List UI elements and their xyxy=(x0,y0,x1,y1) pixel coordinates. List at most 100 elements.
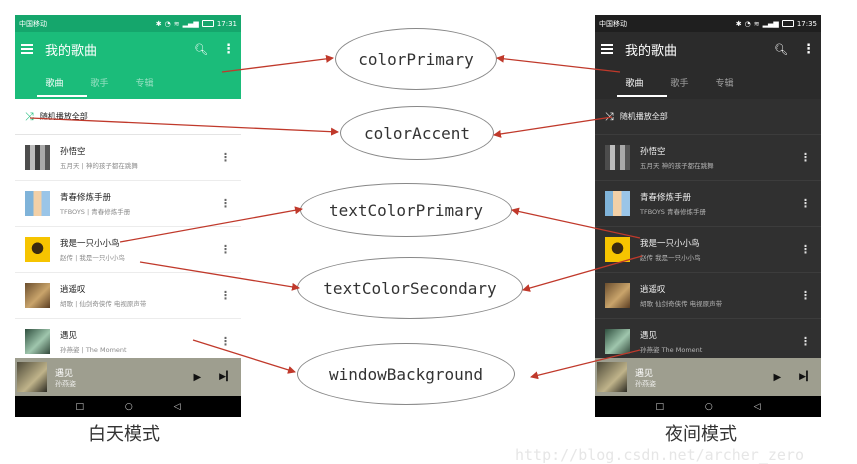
app-toolbar: 我的歌曲 🔍︎ ⋮ xyxy=(595,32,821,66)
album-cover xyxy=(25,283,50,308)
status-bar: 中国移动 ✱ ◔ ≋ ▂▄▆ 17:35 xyxy=(595,15,821,32)
song-artist: 胡歌 xyxy=(640,300,653,308)
label-text-color-secondary: textColorSecondary xyxy=(297,257,523,319)
now-playing-title: 遇见 xyxy=(55,368,74,379)
song-list-item[interactable]: 孙悟空 五月天 神的孩子都在跳舞 ⋮ xyxy=(595,135,821,181)
alarm-icon: ◔ xyxy=(164,19,171,28)
song-title: 逍遥叹 xyxy=(640,285,666,295)
battery-icon xyxy=(781,20,794,27)
tab-indicator xyxy=(617,95,667,97)
search-icon[interactable]: 🔍︎ xyxy=(774,43,788,56)
label-text-color-primary: textColorPrimary xyxy=(300,183,512,237)
skip-next-icon[interactable]: ▶▎ xyxy=(799,372,813,382)
song-title: 孙悟空 xyxy=(640,147,666,157)
more-vert-icon[interactable]: ⋮ xyxy=(800,289,811,302)
more-vert-icon[interactable]: ⋮ xyxy=(802,42,815,57)
night-mode-phone: 中国移动 ✱ ◔ ≋ ▂▄▆ 17:35 我的歌曲 🔍︎ ⋮ 歌曲 歌手 专辑 … xyxy=(595,15,821,417)
search-icon[interactable]: 🔍︎ xyxy=(194,43,208,56)
bluetooth-icon: ✱ xyxy=(155,19,162,28)
album-cover xyxy=(25,237,50,262)
day-mode-phone: 中国移动 ✱ ◔ ≋ ▂▄▆ 17:31 我的歌曲 🔍︎ ⋮ 歌曲 歌手 专辑 … xyxy=(15,15,241,417)
song-list-item[interactable]: 我是一只小小鸟 赵传 我是一只小小鸟 ⋮ xyxy=(595,227,821,273)
menu-icon[interactable] xyxy=(21,44,33,54)
shuffle-all-button[interactable]: ⤨ 随机播放全部 xyxy=(595,99,821,135)
more-vert-icon[interactable]: ⋮ xyxy=(220,151,231,164)
recents-icon[interactable]: □ xyxy=(75,402,84,412)
now-playing-bar[interactable]: 遇见 孙燕姿 ▶ ▶▎ xyxy=(15,358,241,396)
song-album: 仙剑奇侠传 电视原声带 xyxy=(79,300,147,308)
home-icon[interactable]: ○ xyxy=(705,402,713,412)
system-nav-bar: □ ○ ◁ xyxy=(595,396,821,417)
home-icon[interactable]: ○ xyxy=(125,402,133,412)
song-title: 孙悟空 xyxy=(60,147,86,157)
song-list-item[interactable]: 孙悟空 五月天 | 神的孩子都在跳舞 ⋮ xyxy=(15,135,241,181)
song-artist: 赵传 xyxy=(60,254,73,262)
song-list-item[interactable]: 青春修炼手册 TFBOYS | 青春修炼手册 ⋮ xyxy=(15,181,241,227)
song-album: 青春修炼手册 xyxy=(91,208,131,216)
label-color-primary: colorPrimary xyxy=(335,28,497,90)
song-list-item[interactable]: 逍遥叹 胡歌 仙剑奇侠传 电视原声带 ⋮ xyxy=(595,273,821,319)
song-album: 仙剑奇侠传 电视原声带 xyxy=(655,300,723,308)
alarm-icon: ◔ xyxy=(744,19,751,28)
song-artist: 五月天 xyxy=(640,162,660,170)
song-album: 我是一只小小鸟 xyxy=(655,254,701,262)
back-icon[interactable]: ◁ xyxy=(754,402,761,412)
play-icon[interactable]: ▶ xyxy=(773,372,781,383)
song-list-item[interactable]: 青春修炼手册 TFBOYS 青春修炼手册 ⋮ xyxy=(595,181,821,227)
label-window-background: windowBackground xyxy=(297,343,515,405)
more-vert-icon[interactable]: ⋮ xyxy=(220,335,231,348)
more-vert-icon[interactable]: ⋮ xyxy=(800,197,811,210)
album-cover xyxy=(605,237,630,262)
status-bar: 中国移动 ✱ ◔ ≋ ▂▄▆ 17:31 xyxy=(15,15,241,32)
more-vert-icon[interactable]: ⋮ xyxy=(222,42,235,57)
battery-icon xyxy=(201,20,214,27)
more-vert-icon[interactable]: ⋮ xyxy=(800,243,811,256)
shuffle-icon: ⤨ xyxy=(605,109,614,123)
song-title: 逍遥叹 xyxy=(60,285,86,295)
song-album: 神的孩子都在跳舞 xyxy=(661,162,714,170)
now-playing-cover xyxy=(597,362,627,392)
more-vert-icon[interactable]: ⋮ xyxy=(220,289,231,302)
song-artist: 五月天 xyxy=(60,162,80,170)
skip-next-icon[interactable]: ▶▎ xyxy=(219,372,233,382)
caption-day-mode: 白天模式 xyxy=(88,424,160,445)
recents-icon[interactable]: □ xyxy=(655,402,664,412)
song-artist: 孙燕姿 xyxy=(60,346,80,354)
more-vert-icon[interactable]: ⋮ xyxy=(220,197,231,210)
song-list-item[interactable]: 我是一只小小鸟 赵传 | 我是一只小小鸟 ⋮ xyxy=(15,227,241,273)
tab-albums[interactable]: 专辑 xyxy=(702,66,747,99)
song-title: 我是一只小小鸟 xyxy=(60,239,120,249)
bluetooth-icon: ✱ xyxy=(735,19,742,28)
now-playing-artist: 孙燕姿 xyxy=(55,379,76,388)
caption-night-mode: 夜间模式 xyxy=(665,424,737,445)
shuffle-icon: ⤨ xyxy=(25,109,34,123)
play-icon[interactable]: ▶ xyxy=(193,372,201,383)
now-playing-cover xyxy=(17,362,47,392)
page-title: 我的歌曲 xyxy=(625,43,678,59)
song-title: 遇见 xyxy=(60,331,78,341)
album-cover xyxy=(605,283,630,308)
shuffle-label: 随机播放全部 xyxy=(619,112,668,121)
back-icon[interactable]: ◁ xyxy=(174,402,181,412)
more-vert-icon[interactable]: ⋮ xyxy=(800,335,811,348)
song-title: 遇见 xyxy=(640,331,658,341)
tab-indicator xyxy=(37,95,87,97)
song-list-item[interactable]: 逍遥叹 胡歌 | 仙剑奇侠传 电视原声带 ⋮ xyxy=(15,273,241,319)
more-vert-icon[interactable]: ⋮ xyxy=(220,243,231,256)
shuffle-all-button[interactable]: ⤨ 随机播放全部 xyxy=(15,99,241,135)
menu-icon[interactable] xyxy=(601,44,613,54)
song-album: 青春修炼手册 xyxy=(667,208,706,216)
watermark: http://blog.csdn.net/archer_zero xyxy=(515,446,804,464)
signal-icon: ▂▄▆ xyxy=(182,19,199,28)
app-toolbar: 我的歌曲 🔍︎ ⋮ xyxy=(15,32,241,66)
song-artist: TFBOYS xyxy=(60,208,85,216)
album-cover xyxy=(605,145,630,170)
album-cover xyxy=(25,329,50,354)
tab-albums[interactable]: 专辑 xyxy=(122,66,167,99)
wifi-icon: ≋ xyxy=(173,19,180,28)
album-cover xyxy=(605,191,630,216)
more-vert-icon[interactable]: ⋮ xyxy=(800,151,811,164)
now-playing-bar[interactable]: 遇见 孙燕姿 ▶ ▶▎ xyxy=(595,358,821,396)
song-album: 我是一只小小鸟 xyxy=(79,254,125,262)
status-time: 17:31 xyxy=(216,19,237,28)
